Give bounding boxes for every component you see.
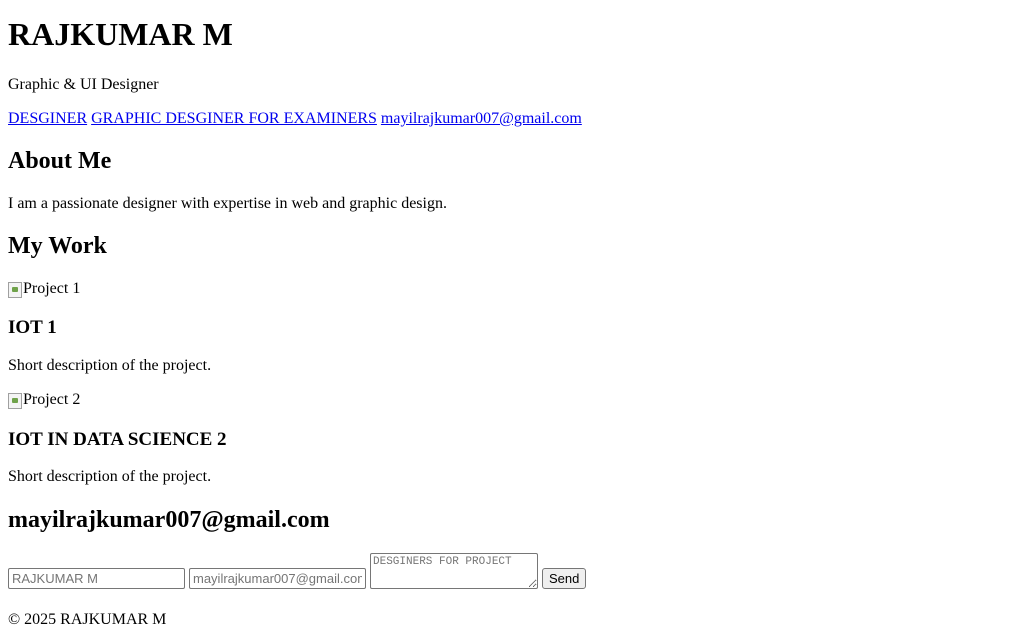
project-1-image: Project 1	[8, 280, 80, 298]
broken-image-icon	[8, 393, 22, 409]
name-input[interactable]	[8, 568, 185, 589]
site-title: RAJKUMAR M	[8, 16, 233, 52]
project-2-image: Project 2	[8, 391, 80, 409]
site-subtitle: Graphic & UI Designer	[8, 76, 159, 93]
project-2-description: Short description of the project.	[8, 468, 212, 485]
nav-link-graphic-designer[interactable]: GRAPHIC DESGINER FOR EXAMINERS	[91, 110, 377, 127]
project-1-image-alt: Project 1	[23, 280, 81, 297]
nav-link-designer[interactable]: DESGINER	[8, 110, 87, 127]
portfolio-page: RAJKUMAR M Graphic & UI Designer DESGINE…	[0, 0, 1028, 635]
project-1-title: IOT 1	[8, 317, 57, 338]
email-input[interactable]	[189, 568, 366, 589]
contact-form: Send	[8, 553, 587, 589]
main-nav: DESGINER GRAPHIC DESGINER FOR EXAMINERS …	[8, 110, 582, 128]
send-button[interactable]: Send	[542, 568, 587, 589]
project-2-image-alt: Project 2	[23, 391, 81, 408]
work-heading: My Work	[8, 233, 107, 259]
project-1-description: Short description of the project.	[8, 357, 212, 374]
about-heading: About Me	[8, 148, 112, 174]
footer-copyright: © 2025 RAJKUMAR M	[8, 611, 167, 628]
contact-heading: mayilrajkumar007@gmail.com	[8, 507, 330, 533]
broken-image-icon	[8, 282, 22, 298]
about-text: I am a passionate designer with expertis…	[8, 195, 447, 212]
message-textarea[interactable]	[370, 553, 538, 589]
nav-link-email[interactable]: mayilrajkumar007@gmail.com	[381, 110, 582, 127]
project-2-title: IOT IN DATA SCIENCE 2	[8, 429, 227, 450]
